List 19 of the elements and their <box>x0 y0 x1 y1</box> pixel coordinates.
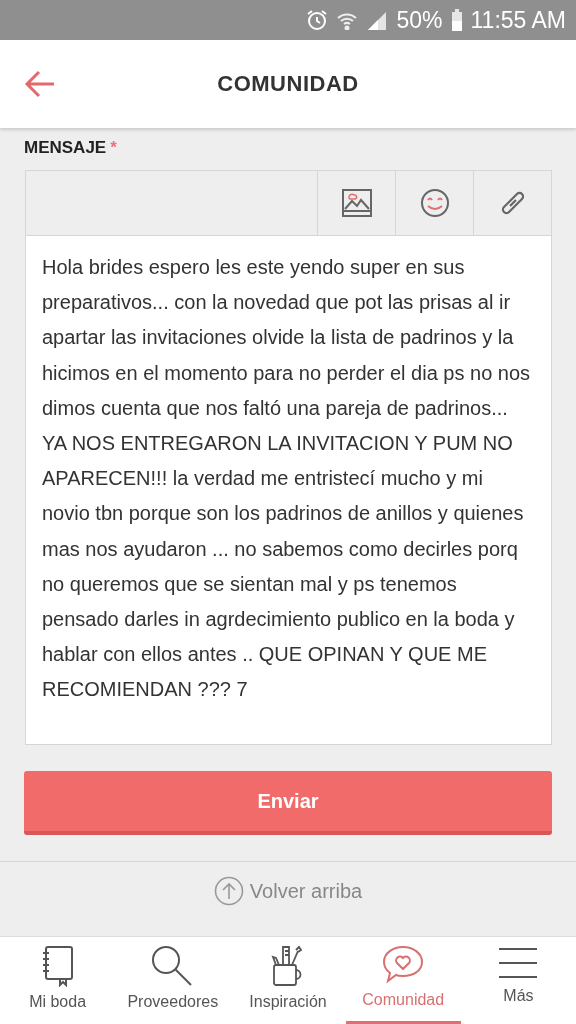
back-arrow-icon[interactable] <box>24 68 56 100</box>
alarm-icon <box>306 9 329 31</box>
smiley-icon <box>419 188 450 218</box>
wifi-icon <box>336 10 359 30</box>
field-label: MENSAJE <box>24 138 107 158</box>
required-mark: * <box>110 138 117 158</box>
screen-title: COMUNIDAD <box>217 71 359 97</box>
nav-tab[interactable]: Proveedores <box>115 937 231 1024</box>
image-icon <box>341 189 372 217</box>
battery-percentage: 50% <box>396 6 443 34</box>
nav-tab[interactable]: Inspiración <box>230 937 346 1024</box>
nav-tab[interactable]: Más <box>460 937 576 1024</box>
menu-icon <box>497 945 540 981</box>
chat-heart-icon <box>382 945 425 985</box>
nav-tab[interactable]: Mi boda <box>0 937 116 1024</box>
signal-icon <box>366 10 389 30</box>
status-time: 11:55 AM <box>470 6 566 34</box>
battery-icon <box>450 9 463 31</box>
arrow-up-circle-icon <box>213 876 244 906</box>
